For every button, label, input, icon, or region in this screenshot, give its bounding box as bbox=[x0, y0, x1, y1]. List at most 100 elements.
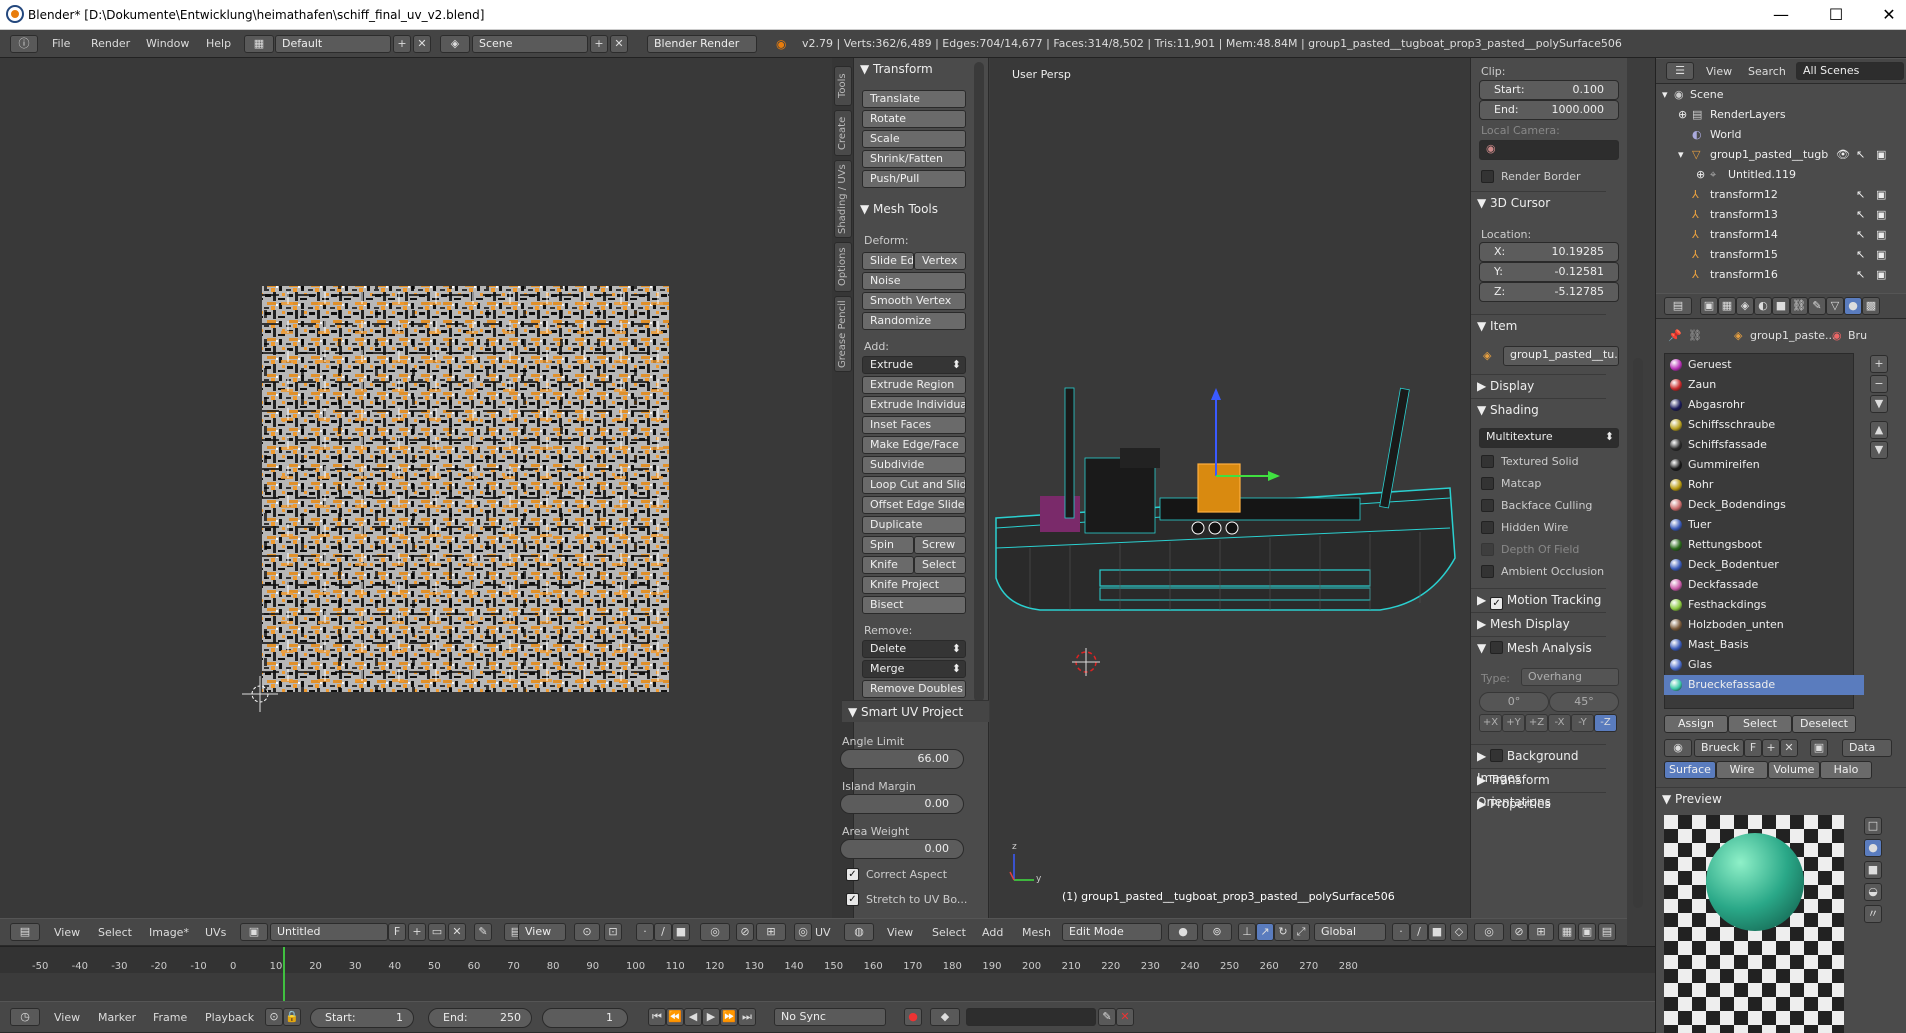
transform-panel-header[interactable]: ▼ Transform bbox=[854, 58, 989, 80]
delete-dropdown[interactable]: Delete ⬍ bbox=[862, 640, 966, 658]
add-material-slot-icon[interactable]: + bbox=[1870, 355, 1888, 373]
material-slot-row[interactable]: Schiffsfassade bbox=[1664, 435, 1864, 455]
loop-cut-button[interactable]: Loop Cut and Slide bbox=[862, 476, 966, 494]
jump-start-icon[interactable]: ⏮ bbox=[648, 1008, 666, 1026]
start-frame-field[interactable]: Start: 1 bbox=[310, 1008, 414, 1028]
opengl-render-icon[interactable]: ▣ bbox=[1578, 923, 1596, 941]
outliner-row-transform14[interactable]: ⅄ transform14 ↖ ▣ bbox=[1656, 228, 1906, 248]
outliner-row-scene[interactable]: ▾ ◉ Scene bbox=[1656, 88, 1906, 108]
keying-icon[interactable]: ◆ bbox=[930, 1008, 960, 1026]
unlink-image-icon[interactable]: ✕ bbox=[448, 923, 466, 941]
material-name-field[interactable]: Brueck bbox=[1694, 739, 1744, 757]
new-material-icon[interactable]: + bbox=[1762, 739, 1780, 757]
tab-options[interactable]: Options bbox=[834, 242, 852, 292]
play-icon[interactable]: ▶ bbox=[702, 1008, 720, 1026]
inset-faces-button[interactable]: Inset Faces bbox=[862, 416, 966, 434]
world-tab-icon[interactable]: ◐ bbox=[1754, 297, 1772, 315]
motion-tracking-panel-header[interactable]: ▶ ✓ Motion Tracking bbox=[1471, 588, 1606, 610]
outliner-row-transform12[interactable]: ⅄ transform12 ↖ ▣ bbox=[1656, 188, 1906, 208]
vp-menu-mesh[interactable]: Mesh bbox=[1022, 926, 1051, 939]
merge-dropdown[interactable]: Merge ⬍ bbox=[862, 660, 966, 678]
image-name-field[interactable]: Untitled bbox=[270, 923, 388, 941]
preview-monkey-icon[interactable]: ◒ bbox=[1864, 883, 1882, 901]
vp-menu-view[interactable]: View bbox=[887, 926, 913, 939]
add-layout-icon[interactable]: + bbox=[393, 35, 411, 53]
assign-button[interactable]: Assign bbox=[1664, 715, 1728, 733]
pivot-icon[interactable]: ⊙ bbox=[574, 923, 600, 941]
spin-button[interactable]: Spin bbox=[862, 536, 914, 554]
viewport-scene[interactable] bbox=[990, 58, 1470, 918]
material-browse-icon[interactable]: ◉ bbox=[1664, 739, 1692, 757]
delete-keyframe-icon[interactable]: ✕ bbox=[1116, 1008, 1134, 1026]
unlink-material-icon[interactable]: ✕ bbox=[1780, 739, 1798, 757]
tool-shelf-scrollbar[interactable] bbox=[974, 62, 984, 702]
background-images-panel-header[interactable]: ▶ Background Images bbox=[1471, 744, 1606, 785]
area-weight-field[interactable]: 0.00 bbox=[840, 839, 964, 859]
material-slot-row[interactable]: Deck_Bodendings bbox=[1664, 495, 1864, 515]
material-node-icon[interactable]: ▣ bbox=[1810, 739, 1828, 757]
scene-icon[interactable]: ◈ bbox=[440, 35, 470, 53]
sync-mode-selector[interactable]: No Sync bbox=[774, 1008, 886, 1026]
prev-keyframe-icon[interactable]: ⏪ bbox=[666, 1008, 684, 1026]
next-keyframe-icon[interactable]: ⏩ bbox=[720, 1008, 738, 1026]
tl-menu-playback[interactable]: Playback bbox=[205, 1011, 254, 1024]
menu-render[interactable]: Render bbox=[91, 37, 130, 50]
vp-menu-select[interactable]: Select bbox=[932, 926, 966, 939]
remove-scene-icon[interactable]: ✕ bbox=[610, 35, 628, 53]
offset-edge-slide-button[interactable]: Offset Edge Slide bbox=[862, 496, 966, 514]
cursor-z-field[interactable]: Z: -5.12785 bbox=[1479, 282, 1619, 302]
duplicate-button[interactable]: Duplicate bbox=[862, 516, 966, 534]
ambient-occlusion-checkbox[interactable] bbox=[1481, 565, 1494, 578]
island-margin-field[interactable]: 0.00 bbox=[840, 794, 964, 814]
move-slot-down-icon[interactable]: ▼ bbox=[1870, 441, 1888, 459]
menu-window[interactable]: Window bbox=[146, 37, 189, 50]
translate-button[interactable]: Translate bbox=[862, 90, 966, 108]
remove-doubles-button[interactable]: Remove Doubles bbox=[862, 680, 966, 698]
tab-grease-pencil[interactable]: Grease Pencil bbox=[834, 296, 852, 372]
n-panel-scrollbar[interactable] bbox=[1633, 358, 1643, 908]
select-edge-icon[interactable]: / bbox=[654, 923, 672, 941]
cursor-x-field[interactable]: X: 10.19285 bbox=[1479, 242, 1619, 262]
pin-icon[interactable]: 📌 bbox=[1668, 329, 1682, 342]
image-fake-user-button[interactable]: F bbox=[388, 923, 406, 941]
material-slot-row[interactable]: Tuer bbox=[1664, 515, 1864, 535]
tab-volume[interactable]: Volume bbox=[1768, 761, 1820, 779]
menu-file[interactable]: File bbox=[52, 37, 70, 50]
layout-selector[interactable]: Default bbox=[275, 35, 391, 53]
uv-menu-view[interactable]: View bbox=[54, 926, 80, 939]
material-fake-user-button[interactable]: F bbox=[1744, 739, 1762, 757]
snap-toggle-icon[interactable]: ⊘ bbox=[736, 923, 754, 941]
extrude-region-button[interactable]: Extrude Region bbox=[862, 376, 966, 394]
insert-keyframe-icon[interactable]: ✎ bbox=[1098, 1008, 1116, 1026]
extrude-dropdown[interactable]: Extrude ⬍ bbox=[862, 356, 966, 374]
properties-panel-header[interactable]: ▶ Properties bbox=[1471, 792, 1606, 814]
rotate-manipulator-icon[interactable]: ↻ bbox=[1274, 923, 1292, 941]
render-tab-icon[interactable]: ▣ bbox=[1700, 297, 1718, 315]
menu-help[interactable]: Help bbox=[206, 37, 231, 50]
clip-start-field[interactable]: Start: 0.100 bbox=[1479, 80, 1619, 100]
material-slot-row[interactable]: Deck_Bodentuer bbox=[1664, 555, 1864, 575]
item-panel-header[interactable]: ▼ Item bbox=[1471, 314, 1606, 336]
material-slot-row[interactable]: Rohr bbox=[1664, 475, 1864, 495]
select-button[interactable]: Select bbox=[1728, 715, 1792, 733]
image-browse-icon[interactable]: ▣ bbox=[240, 923, 268, 941]
smooth-vertex-button[interactable]: Smooth Vertex bbox=[862, 292, 966, 310]
knife-select-button[interactable]: Select bbox=[914, 556, 966, 574]
correct-aspect-checkbox[interactable]: ✓ bbox=[846, 868, 859, 881]
outliner-menu-search[interactable]: Search bbox=[1748, 65, 1786, 78]
select-face-mode-icon[interactable]: ■ bbox=[1428, 923, 1446, 941]
editor-type-outliner-icon[interactable]: ☰ bbox=[1666, 62, 1694, 80]
tl-menu-view[interactable]: View bbox=[54, 1011, 80, 1024]
tab-halo[interactable]: Halo bbox=[1820, 761, 1872, 779]
extrude-individual-button[interactable]: Extrude Individual bbox=[862, 396, 966, 414]
knife-button[interactable]: Knife bbox=[862, 556, 914, 574]
preview-panel-header[interactable]: ▼ Preview bbox=[1656, 787, 1906, 809]
outliner-row-transform15[interactable]: ⅄ transform15 ↖ ▣ bbox=[1656, 248, 1906, 268]
scene-selector[interactable]: Scene bbox=[472, 35, 588, 53]
selected-mesh[interactable] bbox=[1197, 463, 1241, 513]
material-slot-row[interactable]: Mast_Basis bbox=[1664, 635, 1864, 655]
add-scene-icon[interactable]: + bbox=[590, 35, 608, 53]
tab-create[interactable]: Create bbox=[834, 110, 852, 156]
sticky-select-icon[interactable]: ⊡ bbox=[604, 923, 622, 941]
cursor-y-field[interactable]: Y: -0.12581 bbox=[1479, 262, 1619, 282]
